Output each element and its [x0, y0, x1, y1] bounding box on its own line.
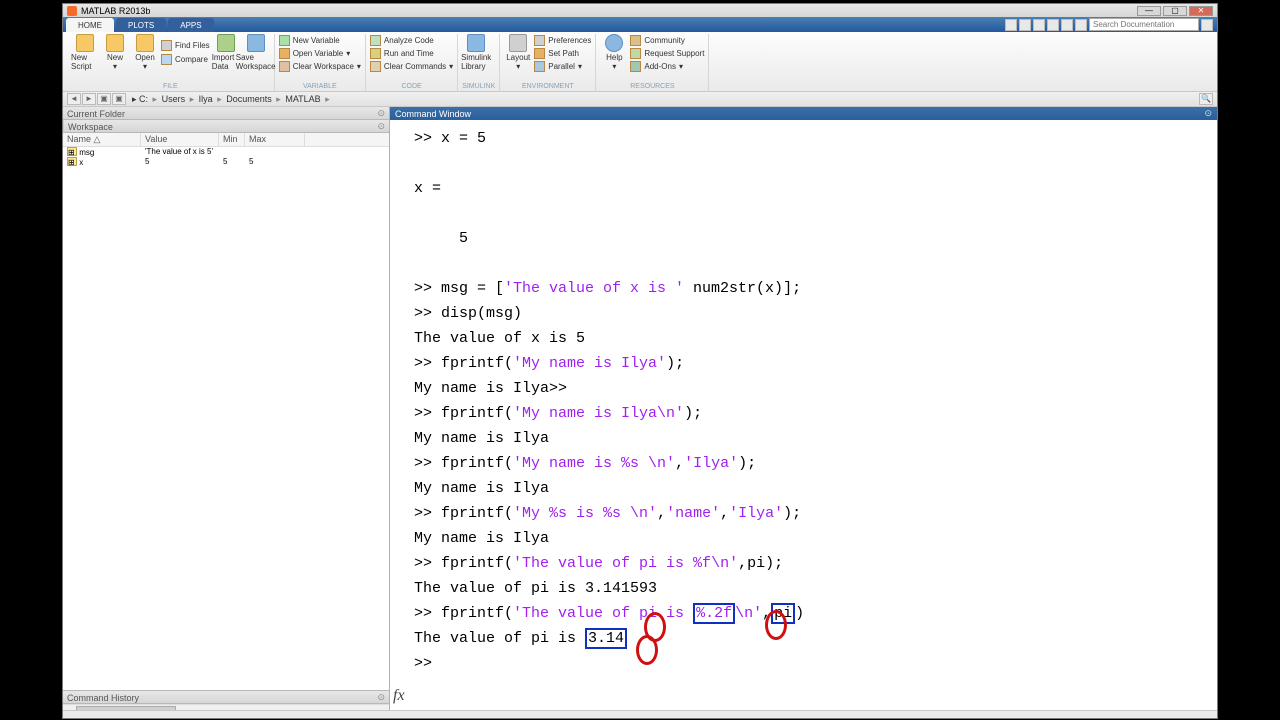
- current-folder-panel-header[interactable]: Current Folder⊙: [63, 107, 389, 120]
- tab-home[interactable]: HOME: [66, 18, 114, 32]
- run-and-time-button[interactable]: Run and Time: [370, 47, 453, 60]
- set-path-button[interactable]: Set Path: [534, 47, 591, 60]
- analyze-code-button[interactable]: Analyze Code: [370, 34, 453, 47]
- qa-icon[interactable]: [1201, 19, 1213, 31]
- qa-icon[interactable]: [1033, 19, 1045, 31]
- titlebar: MATLAB R2013b — ▢ ✕: [63, 4, 1217, 17]
- tab-apps[interactable]: APPS: [168, 18, 213, 32]
- annotation-box: pi: [771, 603, 795, 624]
- layout-button[interactable]: Layout▾: [504, 34, 532, 73]
- path-crumbs[interactable]: ▸ C: ▸ Users ▸ Ilya ▸ Documents ▸ MATLAB…: [132, 94, 332, 105]
- qa-icon[interactable]: [1019, 19, 1031, 31]
- nav-icon[interactable]: ▣: [112, 93, 126, 105]
- forward-button[interactable]: ►: [82, 93, 96, 105]
- close-button[interactable]: ✕: [1189, 6, 1213, 16]
- command-history-header[interactable]: Command History⊙: [63, 691, 389, 704]
- annotation-box: %.2f: [693, 603, 735, 624]
- qa-icon[interactable]: [1075, 19, 1087, 31]
- workspace-row[interactable]: ⊞ x 5 5 5: [63, 157, 389, 167]
- fx-icon[interactable]: fx: [393, 683, 405, 708]
- find-files-button[interactable]: Find Files: [161, 39, 210, 52]
- addons-button[interactable]: Add-Ons ▾: [630, 60, 704, 73]
- search-documentation-input[interactable]: [1089, 18, 1199, 31]
- qa-icon[interactable]: [1047, 19, 1059, 31]
- window-title: MATLAB R2013b: [81, 6, 150, 16]
- open-button[interactable]: Open▾: [131, 34, 159, 71]
- matlab-icon: [67, 6, 77, 16]
- community-button[interactable]: Community: [630, 34, 704, 47]
- command-window-header[interactable]: Command Window⊙: [390, 107, 1217, 120]
- quick-access-bar: [1005, 18, 1213, 31]
- annotation-box: 3.14: [585, 628, 627, 649]
- clear-workspace-button[interactable]: Clear Workspace ▾: [279, 60, 361, 73]
- current-folder-pathbar: ◄ ► ▣ ▣ ▸ C: ▸ Users ▸ Ilya ▸ Documents …: [63, 92, 1217, 107]
- path-search-icon[interactable]: 🔍: [1199, 93, 1213, 105]
- request-support-button[interactable]: Request Support: [630, 47, 704, 60]
- workspace-row[interactable]: ⊞ msg 'The value of x is 5': [63, 147, 389, 157]
- preferences-button[interactable]: Preferences: [534, 34, 591, 47]
- clear-commands-button[interactable]: Clear Commands ▾: [370, 60, 453, 73]
- command-window[interactable]: >> x = 5 x = 5 >> msg = ['The value of x…: [390, 120, 1217, 718]
- save-workspace-button[interactable]: Save Workspace: [242, 34, 270, 71]
- toolstrip: New Script New▾ Open▾ Find Files Compare…: [63, 32, 1217, 92]
- new-variable-button[interactable]: New Variable: [279, 34, 361, 47]
- statusbar: [63, 710, 1217, 718]
- matlab-window: MATLAB R2013b — ▢ ✕ HOME PLOTS APPS New …: [62, 3, 1218, 719]
- open-variable-button[interactable]: Open Variable ▾: [279, 47, 361, 60]
- workspace-columns[interactable]: Name △ Value Min Max: [63, 133, 389, 147]
- qa-icon[interactable]: [1061, 19, 1073, 31]
- workspace-panel: Name △ Value Min Max ⊞ msg 'The value of…: [63, 133, 389, 690]
- minimize-button[interactable]: —: [1137, 6, 1161, 16]
- help-button[interactable]: Help▾: [600, 34, 628, 73]
- workspace-panel-header[interactable]: Workspace⊙: [63, 120, 389, 133]
- up-button[interactable]: ▣: [97, 93, 111, 105]
- compare-button[interactable]: Compare: [161, 53, 210, 66]
- tab-plots[interactable]: PLOTS: [116, 18, 166, 32]
- simulink-library-button[interactable]: Simulink Library: [462, 34, 490, 71]
- parallel-button[interactable]: Parallel ▾: [534, 60, 591, 73]
- maximize-button[interactable]: ▢: [1163, 6, 1187, 16]
- back-button[interactable]: ◄: [67, 93, 81, 105]
- new-script-button[interactable]: New Script: [71, 34, 99, 71]
- qa-icon[interactable]: [1005, 19, 1017, 31]
- new-button[interactable]: New▾: [101, 34, 129, 71]
- annotation-circle: [636, 635, 658, 665]
